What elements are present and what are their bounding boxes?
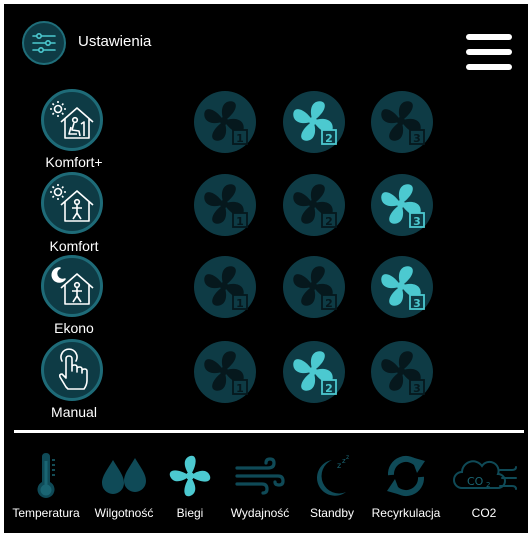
- fan-speed-button-3[interactable]: 3: [371, 91, 433, 153]
- fan-speed-number: 2: [325, 382, 333, 395]
- thermometer-icon: [37, 453, 55, 498]
- nav-label: Recyrkulacja: [371, 506, 441, 520]
- nav-tab-standby[interactable]: z z z Standby: [296, 450, 368, 520]
- fan-icon: 3: [381, 266, 425, 310]
- nav-tab-wydajnosc[interactable]: Wydajność: [224, 450, 296, 520]
- fan-speed-button-3[interactable]: 3: [371, 341, 433, 403]
- fan-speed-button-1[interactable]: 1: [194, 341, 256, 403]
- nav-label: CO2: [471, 506, 497, 520]
- fan-icon: 3: [381, 101, 425, 145]
- hamburger-menu-icon[interactable]: [466, 34, 512, 70]
- hand-tap-icon: [58, 348, 88, 390]
- fan-speed-button-2[interactable]: 2: [283, 341, 345, 403]
- fan-speed-button-1[interactable]: 1: [194, 91, 256, 153]
- mode-button-komfort-plus[interactable]: [41, 89, 103, 151]
- fan-icon: 1: [204, 266, 248, 310]
- nav-tab-wilgotnosc[interactable]: Wilgotność: [88, 450, 160, 520]
- nav-tab-recyrkulacja[interactable]: Recyrkulacja: [370, 450, 442, 520]
- mode-label: Ekono: [54, 320, 94, 336]
- fan-speed-number: 3: [413, 297, 421, 310]
- mode-label: Manual: [51, 404, 97, 420]
- app-screen: Ustawienia Komfort+ Komfort Ekono Manual…: [4, 4, 528, 533]
- wind-icon: [235, 457, 285, 495]
- fan-icon: 2: [293, 351, 337, 395]
- fan-speed-number: 3: [413, 382, 421, 395]
- divider: [14, 430, 524, 433]
- mode-button-manual[interactable]: [41, 339, 103, 401]
- svg-text:z: z: [337, 461, 341, 470]
- house-sun-person-icon: [50, 184, 94, 222]
- recirculation-icon: [387, 455, 425, 497]
- settings-button[interactable]: [22, 21, 66, 65]
- fan-speed-number: 3: [413, 132, 421, 145]
- nav-label: Standby: [309, 506, 355, 520]
- fan-speed-button-3[interactable]: 3: [371, 174, 433, 236]
- nav-label: Biegi: [176, 506, 204, 520]
- fan-icon: 2: [293, 266, 337, 310]
- nav-tab-temperatura[interactable]: Temperatura: [10, 450, 82, 520]
- mode-label: Komfort+: [45, 154, 103, 170]
- svg-text:z: z: [346, 454, 349, 461]
- fan-icon: 2: [293, 101, 337, 145]
- svg-text:2: 2: [486, 481, 490, 489]
- nav-tab-co2[interactable]: CO 2 CO2: [448, 450, 520, 520]
- fan-icon: 1: [204, 184, 248, 228]
- settings-label: Ustawienia: [78, 33, 152, 50]
- nav-label: Wilgotność: [94, 506, 154, 520]
- fan-icon: 1: [204, 101, 248, 145]
- water-drops-icon: [102, 458, 146, 494]
- fan-speed-button-1[interactable]: 1: [194, 256, 256, 318]
- mode-button-komfort[interactable]: [41, 172, 103, 234]
- fan-speed-button-2[interactable]: 2: [283, 91, 345, 153]
- fan-speed-number: 3: [413, 215, 421, 228]
- moon-sleep-icon: z z z: [317, 454, 349, 496]
- fan-speed-button-2[interactable]: 2: [283, 174, 345, 236]
- fan-speed-number: 2: [325, 132, 333, 145]
- sliders-icon: [32, 32, 56, 54]
- nav-label: Temperatura: [12, 506, 80, 520]
- svg-text:CO: CO: [467, 475, 484, 488]
- fan-speed-button-3[interactable]: 3: [371, 256, 433, 318]
- nav-tab-biegi[interactable]: Biegi: [154, 450, 226, 520]
- fan-speed-number: 1: [236, 297, 244, 310]
- fan-speed-number: 2: [325, 297, 333, 310]
- fan-icon: 2: [293, 184, 337, 228]
- fan-speed-button-2[interactable]: 2: [283, 256, 345, 318]
- fan-icon: 3: [381, 351, 425, 395]
- house-moon-person-icon: [51, 267, 94, 305]
- nav-label: Wydajność: [230, 506, 290, 520]
- co2-cloud-icon: CO 2: [453, 460, 517, 490]
- fan-icon: 3: [381, 184, 425, 228]
- house-sun-relax-icon: [50, 101, 94, 139]
- fan-speed-button-1[interactable]: 1: [194, 174, 256, 236]
- fan-icon: [169, 455, 211, 497]
- fan-icon: 1: [204, 351, 248, 395]
- fan-speed-number: 1: [236, 382, 244, 395]
- fan-speed-number: 2: [325, 215, 333, 228]
- fan-speed-number: 1: [236, 132, 244, 145]
- mode-button-ekono[interactable]: [41, 255, 103, 317]
- fan-speed-number: 1: [236, 215, 244, 228]
- mode-label: Komfort: [49, 238, 99, 254]
